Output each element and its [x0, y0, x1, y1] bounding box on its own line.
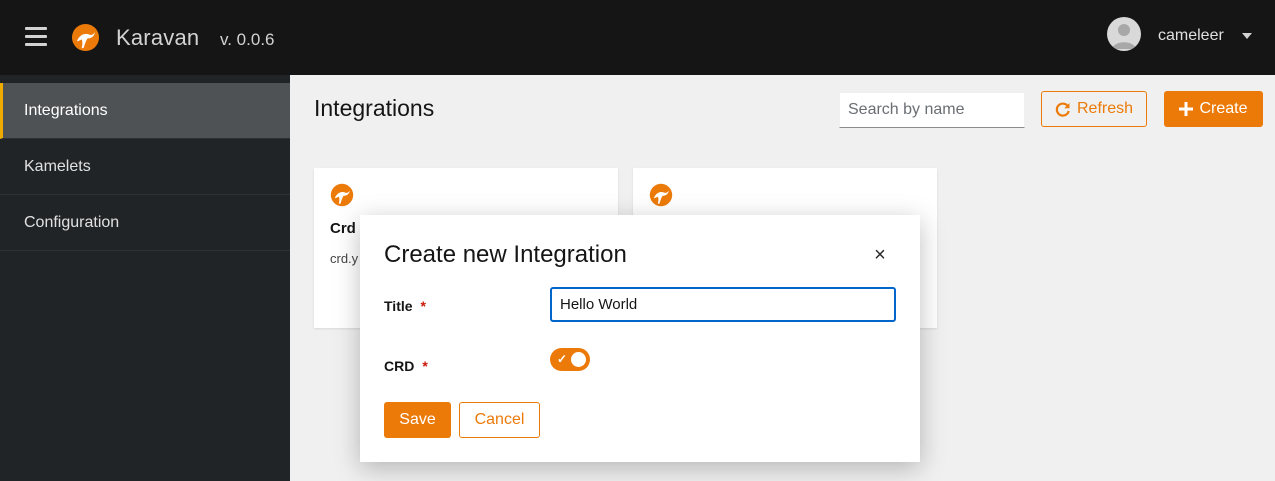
title-field-label: Title * — [384, 298, 426, 314]
caret-down-icon[interactable] — [1242, 33, 1252, 39]
save-button[interactable]: Save — [384, 402, 451, 438]
hamburger-icon[interactable] — [25, 27, 47, 46]
sidebar-item-integrations[interactable]: Integrations — [0, 83, 290, 139]
card-file: crd.y — [330, 251, 359, 266]
sidebar-item-configuration[interactable]: Configuration — [0, 195, 290, 251]
sidebar-item-label: Kamelets — [24, 157, 91, 175]
refresh-button[interactable]: Refresh — [1041, 91, 1147, 127]
create-label: Create — [1199, 100, 1248, 117]
create-integration-modal: Create new Integration × Title * CRD * ✓ S… — [360, 215, 920, 462]
refresh-label: Refresh — [1076, 100, 1134, 117]
sidebar: Integrations Kamelets Configuration — [0, 75, 290, 481]
sidebar-item-label: Configuration — [24, 213, 120, 231]
required-mark: * — [422, 358, 428, 374]
camel-logo-icon — [71, 23, 100, 52]
close-icon[interactable]: × — [871, 245, 889, 265]
app-version: v. 0.0.6 — [220, 30, 275, 49]
app-name: Karavan — [116, 25, 200, 50]
page-title: Integrations — [314, 95, 435, 121]
title-label-text: Title — [384, 298, 413, 314]
refresh-icon — [1055, 102, 1070, 117]
sidebar-item-label: Integrations — [24, 101, 108, 119]
required-mark: * — [420, 298, 426, 314]
crd-toggle[interactable]: ✓ — [550, 348, 590, 371]
crd-label-text: CRD — [384, 358, 415, 374]
check-icon: ✓ — [557, 352, 568, 366]
create-button[interactable]: Create — [1164, 91, 1263, 127]
title-input[interactable] — [550, 287, 896, 322]
modal-title: Create new Integration — [384, 241, 627, 268]
camel-logo-icon — [649, 183, 673, 207]
crd-field-label: CRD * — [384, 358, 428, 374]
sidebar-item-kamelets[interactable]: Kamelets — [0, 139, 290, 195]
camel-logo-icon — [330, 183, 354, 207]
search-input[interactable] — [839, 92, 1025, 128]
cancel-button[interactable]: Cancel — [459, 402, 540, 438]
masthead: Karavan v. 0.0.6 cameleer — [0, 0, 1275, 75]
plus-icon — [1179, 102, 1194, 116]
user-name[interactable]: cameleer — [1158, 27, 1224, 45]
user-avatar-icon[interactable] — [1107, 17, 1141, 51]
card-title: Crd — [330, 220, 356, 237]
toggle-knob — [571, 352, 586, 367]
